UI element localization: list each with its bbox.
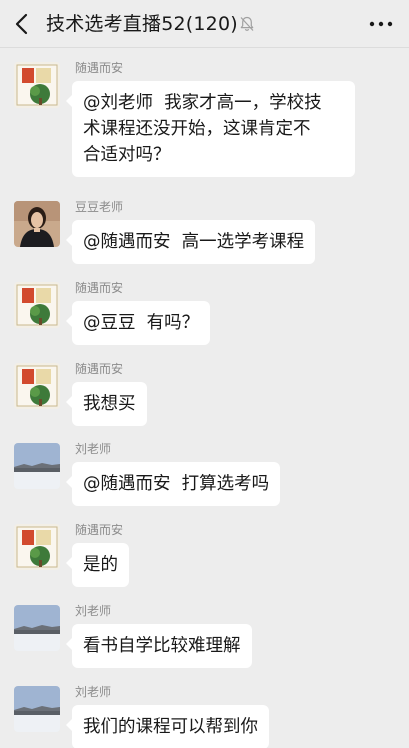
sender-name: 刘老师: [75, 442, 112, 456]
bell-muted-icon: [238, 15, 256, 33]
message-bubble[interactable]: 我想买: [66, 382, 147, 426]
snow-landscape-avatar[interactable]: [14, 443, 60, 489]
message-bubble[interactable]: 我们的课程可以帮到你: [66, 705, 269, 748]
message-bubble[interactable]: 看书自学比较难理解: [66, 624, 252, 668]
message-list[interactable]: 随遇而安 @刘老师 我家才高一，学校技 术课程还没开始，这课肯定不 合适对吗？ …: [0, 48, 409, 748]
book-cover-avatar[interactable]: [14, 282, 60, 328]
teacher-photo-avatar[interactable]: [14, 201, 60, 247]
message-bubble[interactable]: @随遇而安 打算选考吗: [65, 462, 281, 506]
sender-name: 豆豆老师: [75, 200, 124, 214]
message-bubble[interactable]: 是的: [66, 543, 129, 587]
book-cover-avatar[interactable]: [14, 524, 60, 570]
message-bubble[interactable]: @随遇而安 高一选学考课程: [65, 220, 316, 264]
sender-name: 随遇而安: [75, 281, 124, 295]
book-cover-avatar[interactable]: [14, 363, 60, 409]
snow-landscape-avatar[interactable]: [14, 686, 60, 732]
sender-name: 刘老师: [75, 685, 112, 699]
message-bubble[interactable]: @豆豆 有吗？: [65, 301, 211, 345]
sender-name: 随遇而安: [75, 362, 124, 376]
more-dots-icon[interactable]: [367, 14, 395, 34]
sender-name: 随遇而安: [75, 61, 124, 75]
chat-title: 技术选考直播52(120): [46, 13, 238, 35]
sender-name: 随遇而安: [75, 523, 124, 537]
message-bubble[interactable]: @刘老师 我家才高一，学校技 术课程还没开始，这课肯定不 合适对吗？: [66, 81, 355, 177]
chat-header: 技术选考直播52(120): [0, 0, 409, 48]
book-cover-avatar[interactable]: [14, 62, 60, 108]
snow-landscape-avatar[interactable]: [14, 605, 60, 651]
back-chevron-icon[interactable]: [10, 11, 36, 37]
sender-name: 刘老师: [75, 604, 112, 618]
